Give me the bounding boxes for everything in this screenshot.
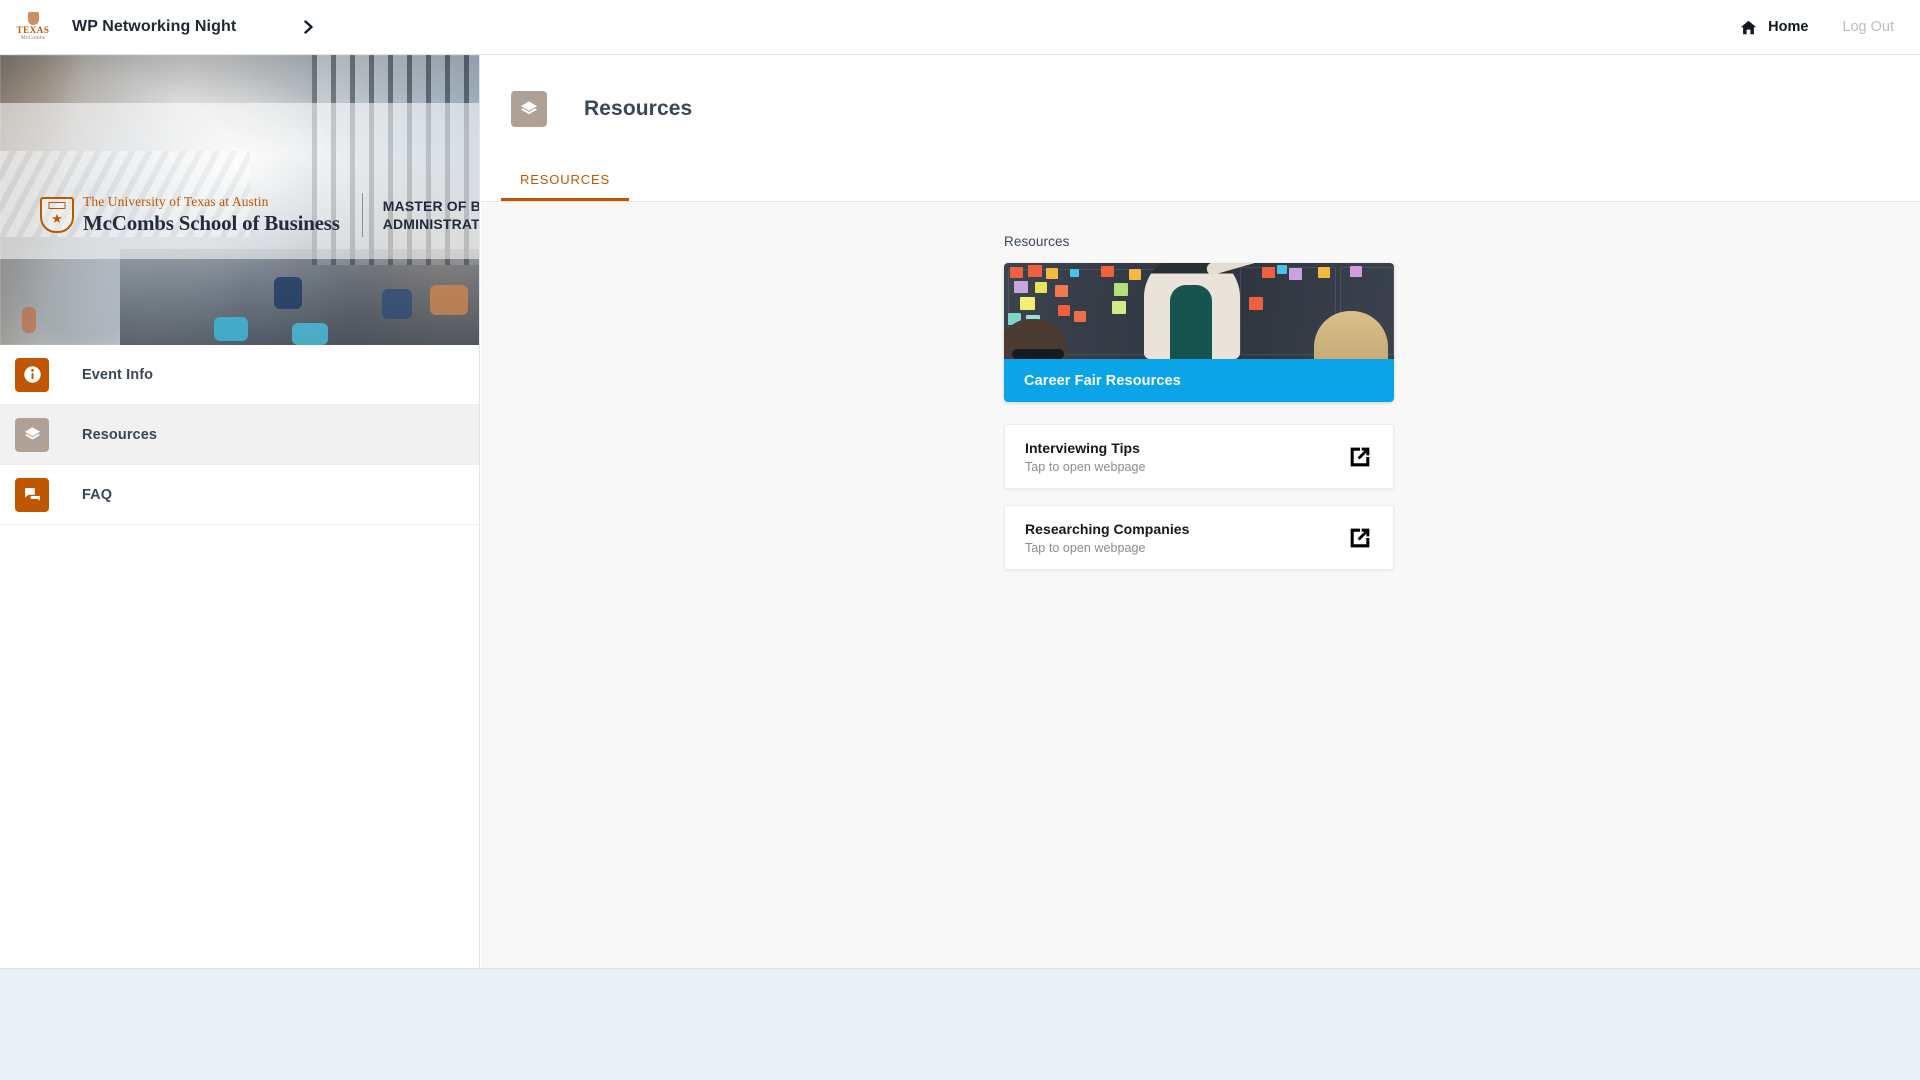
program-name: MASTER OF BUSINESS ADMINISTRATION <box>382 197 480 234</box>
chat-bubble-icon <box>15 477 49 512</box>
career-fair-resources-card[interactable]: Career Fair Resources <box>1004 263 1394 402</box>
topbar-actions: Home Log Out <box>1740 19 1894 35</box>
resources-column: Resources Career Fair Resources Intervie… <box>1004 234 1394 570</box>
resource-link-card-interviewing-tips[interactable]: Interviewing Tips Tap to open webpage <box>1004 424 1394 489</box>
card-texts: Interviewing Tips Tap to open webpage <box>1025 440 1346 474</box>
ut-seal-icon <box>40 197 74 233</box>
sidebar-item-label: Event Info <box>82 366 154 383</box>
content-area: Resources Career Fair Resources Intervie… <box>481 202 1920 570</box>
career-fair-banner: Career Fair Resources <box>1004 359 1394 402</box>
sidebar: The University of Texas at Austin McComb… <box>0 55 480 968</box>
banner-furniture <box>274 277 302 309</box>
card-subtitle: Tap to open webpage <box>1025 459 1146 474</box>
banner-furniture <box>430 285 468 315</box>
sidebar-navigation: Event Info Resources FAQ <box>0 345 479 525</box>
card-title: Interviewing Tips <box>1025 439 1140 456</box>
page-footer-area <box>0 968 1920 1080</box>
brand-wordmark: The University of Texas at Austin McComb… <box>83 194 340 236</box>
sidebar-banner: The University of Texas at Austin McComb… <box>0 55 480 345</box>
external-link-icon[interactable] <box>1346 524 1374 552</box>
logo-texas-text: TEXAS <box>16 25 50 36</box>
main-content: Resources RESOURCES Resources Career Fai… <box>481 55 1920 968</box>
sidebar-item-resources[interactable]: Resources <box>0 405 479 465</box>
logo-shield-icon <box>27 12 39 26</box>
sidebar-item-label: FAQ <box>82 486 113 503</box>
sidebar-item-faq[interactable]: FAQ <box>0 465 479 525</box>
page-title: Resources <box>584 96 693 120</box>
info-icon <box>15 357 49 392</box>
section-label: Resources <box>1004 234 1070 249</box>
mccombs-brand-lockup: The University of Texas at Austin McComb… <box>40 193 480 237</box>
home-icon <box>1740 20 1757 35</box>
tab-resources[interactable]: RESOURCES <box>501 161 629 201</box>
banner-furniture <box>22 307 36 333</box>
event-title: WP Networking Night <box>72 18 237 35</box>
layers-icon <box>15 417 49 452</box>
card-subtitle: Tap to open webpage <box>1025 540 1146 555</box>
app-shell: TEXAS McCombs WP Networking Night Home L… <box>0 0 1920 968</box>
texas-mccombs-logo[interactable]: TEXAS McCombs <box>16 9 50 45</box>
card-title: Researching Companies <box>1025 520 1190 537</box>
external-link-icon[interactable] <box>1346 443 1374 471</box>
tab-bar: RESOURCES <box>481 162 1920 202</box>
resource-link-card-researching-companies[interactable]: Researching Companies Tap to open webpag… <box>1004 505 1394 570</box>
home-label: Home <box>1768 19 1809 35</box>
program-line-1: MASTER OF BUSINESS <box>382 197 480 214</box>
career-fair-title: Career Fair Resources <box>1024 372 1181 389</box>
sidebar-item-label: Resources <box>82 426 158 443</box>
logo-mccombs-text: McCombs <box>20 35 46 42</box>
school-line: McCombs School of Business <box>83 211 340 235</box>
layers-icon <box>511 90 547 127</box>
brand-divider <box>361 193 363 237</box>
banner-furniture <box>382 289 412 319</box>
card-texts: Researching Companies Tap to open webpag… <box>1025 521 1346 555</box>
banner-furniture <box>214 317 248 341</box>
logout-button[interactable]: Log Out <box>1842 19 1894 35</box>
photo-person-center <box>1144 263 1240 359</box>
sidebar-item-event-info[interactable]: Event Info <box>0 345 479 405</box>
chevron-right-icon[interactable] <box>300 18 318 36</box>
banner-furniture <box>292 323 328 345</box>
page-header: Resources <box>481 55 1920 162</box>
program-line-2: ADMINISTRATION <box>382 216 480 232</box>
university-line: The University of Texas at Austin <box>83 194 269 209</box>
top-navigation-bar: TEXAS McCombs WP Networking Night Home L… <box>0 0 1920 55</box>
home-button[interactable]: Home <box>1740 19 1808 35</box>
career-fair-photo <box>1004 263 1394 359</box>
